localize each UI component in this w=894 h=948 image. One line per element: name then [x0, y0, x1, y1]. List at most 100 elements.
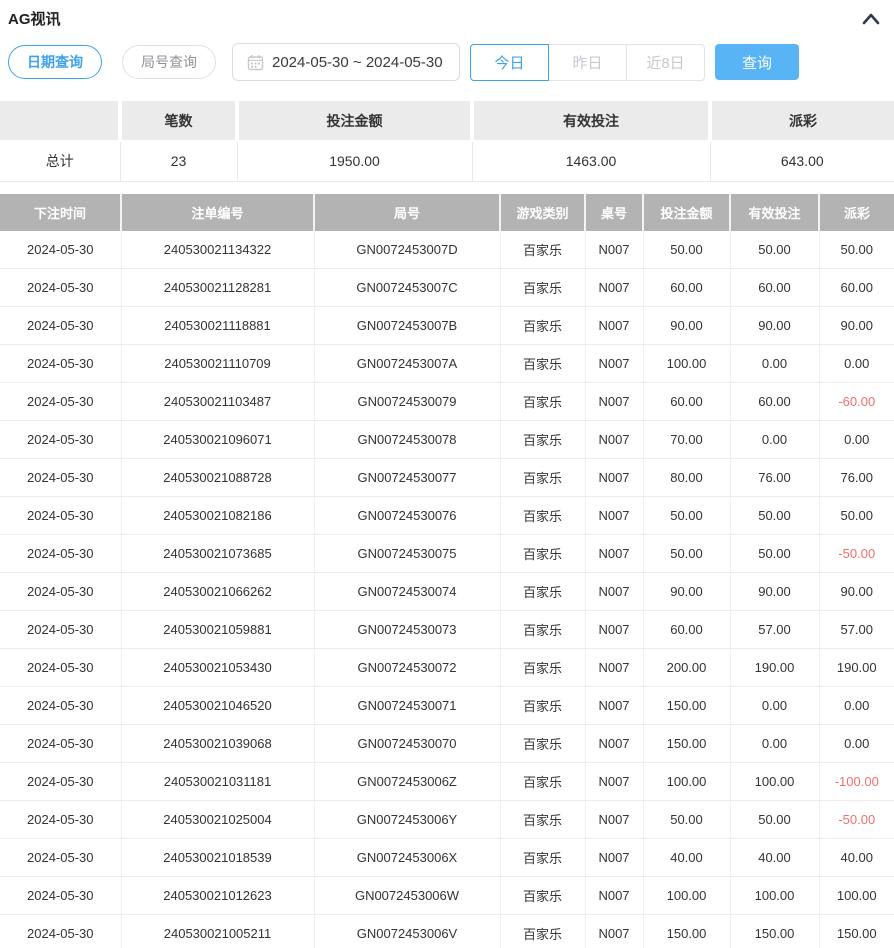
cell-table-no: N007: [585, 763, 643, 801]
cell-valid-bet: 0.00: [730, 725, 819, 763]
last-8-days-button[interactable]: 近8日: [626, 44, 705, 81]
cell-game-type: 百家乐: [500, 497, 585, 535]
cell-payout: 0.00: [819, 687, 894, 725]
cell-bet-id: 240530021012623: [121, 877, 314, 915]
cell-bet-id: 240530021118881: [121, 307, 314, 345]
table-row: 2024-05-30240530021053430GN00724530072百家…: [0, 649, 894, 687]
cell-bet-id: 240530021082186: [121, 497, 314, 535]
cell-bet-time: 2024-05-30: [0, 915, 121, 948]
cell-game-type: 百家乐: [500, 307, 585, 345]
cell-round-id: GN0072453006Z: [314, 763, 500, 801]
cell-table-no: N007: [585, 269, 643, 307]
records-header-row: 下注时间 注单编号 局号 游戏类别 桌号 投注金额 有效投注 派彩: [0, 194, 894, 231]
cell-valid-bet: 50.00: [730, 497, 819, 535]
date-query-tab[interactable]: 日期查询: [8, 45, 102, 79]
cell-bet-id: 240530021103487: [121, 383, 314, 421]
cell-valid-bet: 76.00: [730, 459, 819, 497]
cell-bet-id: 240530021073685: [121, 535, 314, 573]
summary-count-value: 23: [120, 141, 237, 181]
cell-game-type: 百家乐: [500, 725, 585, 763]
table-row: 2024-05-30240530021110709GN0072453007A百家…: [0, 345, 894, 383]
header-payout: 派彩: [819, 194, 894, 231]
summary-payout-value: 643.00: [710, 141, 894, 181]
cell-valid-bet: 100.00: [730, 877, 819, 915]
cell-payout: 190.00: [819, 649, 894, 687]
cell-table-no: N007: [585, 915, 643, 948]
chevron-up-icon[interactable]: [862, 12, 880, 26]
cell-game-type: 百家乐: [500, 687, 585, 725]
cell-round-id: GN00724530071: [314, 687, 500, 725]
cell-round-id: GN00724530073: [314, 611, 500, 649]
cell-bet-time: 2024-05-30: [0, 725, 121, 763]
table-row: 2024-05-30240530021046520GN00724530071百家…: [0, 687, 894, 725]
cell-valid-bet: 0.00: [730, 687, 819, 725]
cell-bet-amount: 150.00: [643, 725, 730, 763]
yesterday-button[interactable]: 昨日: [548, 44, 627, 81]
cell-bet-amount: 60.00: [643, 611, 730, 649]
calendar-icon: [247, 54, 264, 71]
cell-game-type: 百家乐: [500, 801, 585, 839]
date-range-picker[interactable]: 2024-05-30 ~ 2024-05-30: [232, 43, 460, 81]
cell-valid-bet: 40.00: [730, 839, 819, 877]
cell-bet-time: 2024-05-30: [0, 877, 121, 915]
cell-bet-time: 2024-05-30: [0, 573, 121, 611]
cell-valid-bet: 50.00: [730, 535, 819, 573]
cell-table-no: N007: [585, 421, 643, 459]
summary-table: 笔数 投注金额 有效投注 派彩 总计 23 1950.00 1463.00 64…: [0, 101, 894, 182]
cell-bet-id: 240530021128281: [121, 269, 314, 307]
cell-bet-time: 2024-05-30: [0, 801, 121, 839]
cell-round-id: GN00724530077: [314, 459, 500, 497]
cell-bet-amount: 50.00: [643, 535, 730, 573]
cell-game-type: 百家乐: [500, 269, 585, 307]
today-button[interactable]: 今日: [470, 44, 549, 81]
search-button[interactable]: 查询: [715, 44, 799, 80]
cell-round-id: GN0072453006Y: [314, 801, 500, 839]
cell-bet-amount: 60.00: [643, 269, 730, 307]
cell-bet-amount: 90.00: [643, 573, 730, 611]
cell-bet-amount: 150.00: [643, 687, 730, 725]
table-row: 2024-05-30240530021103487GN00724530079百家…: [0, 383, 894, 421]
cell-payout: 50.00: [819, 231, 894, 269]
summary-header-bet-amount: 投注金额: [237, 101, 472, 141]
cell-game-type: 百家乐: [500, 345, 585, 383]
cell-table-no: N007: [585, 725, 643, 763]
header-bet-amount: 投注金额: [643, 194, 730, 231]
cell-payout: 90.00: [819, 573, 894, 611]
cell-valid-bet: 100.00: [730, 763, 819, 801]
cell-table-no: N007: [585, 801, 643, 839]
cell-table-no: N007: [585, 535, 643, 573]
table-row: 2024-05-30240530021018539GN0072453006X百家…: [0, 839, 894, 877]
header-round-id: 局号: [314, 194, 500, 231]
panel-header: AG视讯: [0, 0, 894, 29]
cell-game-type: 百家乐: [500, 877, 585, 915]
cell-game-type: 百家乐: [500, 383, 585, 421]
cell-bet-id: 240530021031181: [121, 763, 314, 801]
cell-bet-amount: 100.00: [643, 763, 730, 801]
cell-round-id: GN0072453007D: [314, 231, 500, 269]
cell-bet-time: 2024-05-30: [0, 497, 121, 535]
cell-valid-bet: 50.00: [730, 801, 819, 839]
table-row: 2024-05-30240530021096071GN00724530078百家…: [0, 421, 894, 459]
cell-bet-amount: 40.00: [643, 839, 730, 877]
summary-header-blank: [0, 101, 120, 141]
cell-valid-bet: 90.00: [730, 307, 819, 345]
cell-bet-amount: 200.00: [643, 649, 730, 687]
cell-payout: 0.00: [819, 345, 894, 383]
cell-bet-id: 240530021046520: [121, 687, 314, 725]
cell-round-id: GN00724530079: [314, 383, 500, 421]
cell-bet-time: 2024-05-30: [0, 383, 121, 421]
cell-table-no: N007: [585, 611, 643, 649]
cell-round-id: GN0072453007A: [314, 345, 500, 383]
round-query-tab[interactable]: 局号查询: [122, 45, 216, 79]
header-table-no: 桌号: [585, 194, 643, 231]
table-row: 2024-05-30240530021118881GN0072453007B百家…: [0, 307, 894, 345]
cell-valid-bet: 60.00: [730, 383, 819, 421]
cell-bet-id: 240530021005211: [121, 915, 314, 948]
cell-game-type: 百家乐: [500, 915, 585, 948]
cell-bet-id: 240530021039068: [121, 725, 314, 763]
cell-bet-id: 240530021066262: [121, 573, 314, 611]
cell-bet-id: 240530021059881: [121, 611, 314, 649]
header-game-type: 游戏类别: [500, 194, 585, 231]
cell-round-id: GN00724530075: [314, 535, 500, 573]
cell-payout: -50.00: [819, 535, 894, 573]
